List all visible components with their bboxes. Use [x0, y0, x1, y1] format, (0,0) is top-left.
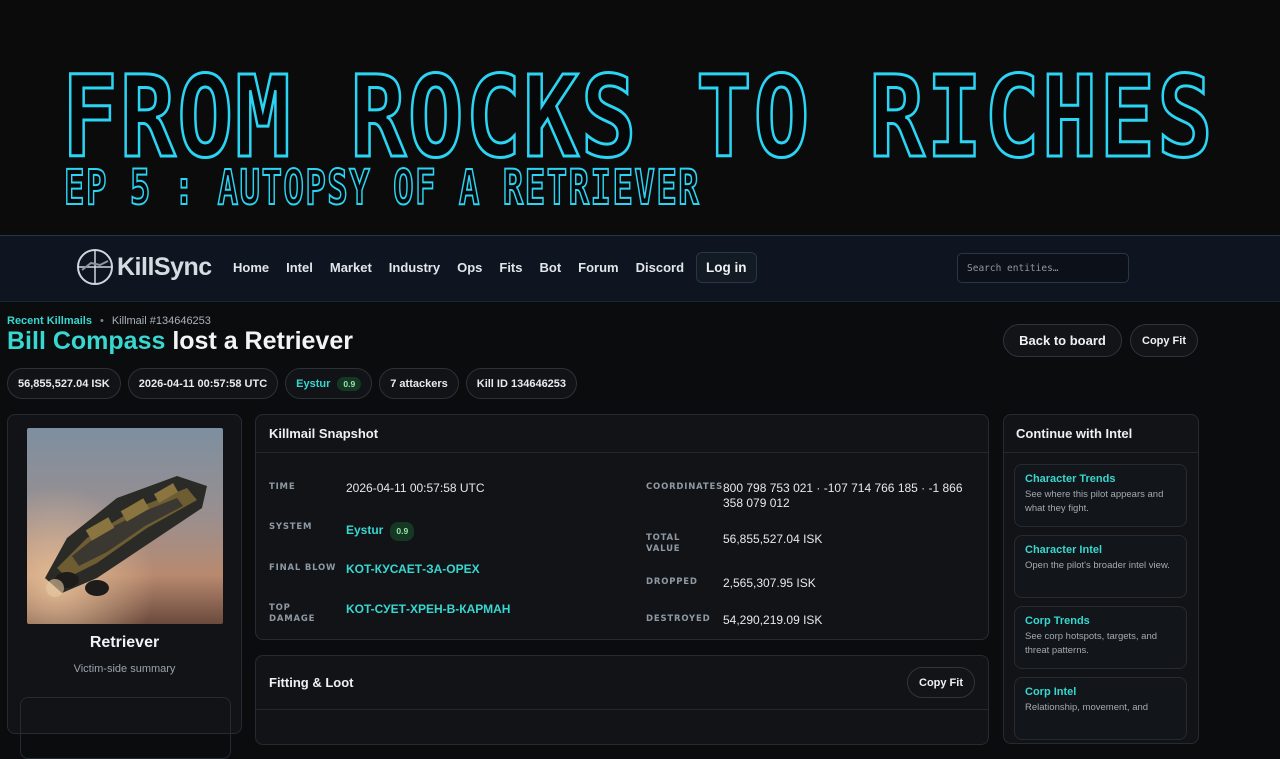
kill-id-pill: Kill ID 134646253	[465, 368, 578, 399]
attackers-pill: 7 attackers	[379, 368, 459, 399]
time-pill: 2026-04-11 00:57:58 UTC	[127, 368, 279, 399]
site-logo[interactable]: KillSync	[76, 247, 212, 287]
system-value[interactable]: Eystur 0.9	[346, 522, 415, 541]
logo-text: KillSync	[117, 252, 212, 281]
total-value-label-line-2: VALUE	[646, 544, 681, 554]
nav-market[interactable]: Market	[323, 253, 379, 282]
crosshair-logo-icon	[77, 249, 113, 285]
page-title: Bill Compass lost a Retriever	[7, 327, 353, 356]
ship-details-box	[20, 697, 231, 759]
banner-subtitle: EP 5 : AUTOPSY OF A RETRIEVER	[63, 160, 701, 216]
destroyed-value: 54,290,219.09 ISK	[723, 613, 823, 627]
security-badge: 0.9	[390, 522, 415, 541]
time-label: TIME	[269, 482, 296, 492]
breadcrumb-separator: •	[99, 315, 104, 327]
search-box[interactable]	[957, 253, 1129, 283]
killmail-snapshot-panel: Killmail Snapshot TIME 2026-04-11 00:57:…	[255, 414, 989, 640]
summary-pills: 56,855,527.04 ISK 2026-04-11 00:57:58 UT…	[7, 368, 584, 399]
fitting-loot-panel: Fitting & Loot Copy Fit	[255, 655, 989, 745]
card-title: Character Trends	[1025, 473, 1116, 485]
intel-card-character-trends[interactable]: Character Trends See where this pilot ap…	[1014, 464, 1187, 527]
nav-home[interactable]: Home	[226, 253, 276, 282]
top-damage-label-line-1: TOP	[269, 603, 291, 613]
card-description: Relationship, movement, and	[1025, 702, 1149, 713]
nav-discord[interactable]: Discord	[629, 253, 691, 282]
coordinates-value-line-1: 800 798 753 021 · -107 714 766 185 · -1 …	[723, 481, 963, 495]
system-name-link[interactable]: Eystur	[346, 523, 383, 537]
nav-ops[interactable]: Ops	[450, 253, 489, 282]
login-button[interactable]: Log in	[696, 252, 757, 283]
intel-card-corp-intel[interactable]: Corp Intel Relationship, movement, and	[1014, 677, 1187, 740]
back-to-board-button[interactable]: Back to board	[1003, 324, 1122, 357]
total-value-label-line-1: TOTAL	[646, 533, 681, 543]
panel-divider	[1004, 452, 1198, 453]
final-blow-label: FINAL BLOW	[269, 563, 337, 573]
dropped-value: 2,565,307.95 ISK	[723, 576, 816, 590]
page-title-text: lost a Retriever	[165, 327, 353, 355]
card-title: Corp Trends	[1025, 615, 1090, 627]
top-nav: KillSync Home Intel Market Industry Ops …	[0, 235, 1280, 302]
coordinates-value-line-2: 358 079 012	[723, 496, 790, 510]
total-value: 56,855,527.04 ISK	[723, 532, 823, 546]
intel-card-corp-trends[interactable]: Corp Trends See corp hotspots, targets, …	[1014, 606, 1187, 669]
time-value: 2026-04-11 00:57:58 UTC	[346, 481, 485, 495]
search-input[interactable]	[958, 262, 1128, 274]
card-description: See where this pilot appears and what th…	[1025, 489, 1164, 514]
isk-value-pill: 56,855,527.04 ISK	[7, 368, 121, 399]
snapshot-title: Killmail Snapshot	[269, 426, 379, 441]
nav-links: Home Intel Market Industry Ops Fits Bot …	[226, 252, 757, 283]
card-description: Open the pilot's broader intel view.	[1025, 560, 1170, 571]
breadcrumb-current: Killmail #134646253	[111, 315, 211, 327]
coordinates-label: COORDINATES	[646, 482, 724, 492]
ship-render-image	[27, 428, 223, 624]
system-label: SYSTEM	[269, 522, 313, 532]
fitting-copy-fit-button[interactable]: Copy Fit	[907, 667, 975, 698]
breadcrumb-recent-killmails[interactable]: Recent Killmails	[7, 315, 92, 327]
ship-name: Retriever	[89, 634, 160, 651]
destroyed-label: DESTROYED	[646, 614, 711, 624]
panel-divider	[256, 709, 988, 710]
card-title: Corp Intel	[1025, 686, 1077, 698]
nav-forum[interactable]: Forum	[571, 253, 625, 282]
nav-intel[interactable]: Intel	[279, 253, 320, 282]
system-pill[interactable]: Eystur 0.9	[285, 368, 373, 399]
security-badge: 0.9	[337, 376, 362, 391]
top-damage-label-line-2: DAMAGE	[269, 614, 316, 624]
breadcrumb: Recent Killmails • Killmail #134646253	[7, 315, 211, 327]
intel-card-character-intel[interactable]: Character Intel Open the pilot's broader…	[1014, 535, 1187, 598]
victim-name-link[interactable]: Bill Compass	[7, 327, 165, 355]
fitting-title: Fitting & Loot	[269, 675, 354, 690]
nav-fits[interactable]: Fits	[492, 253, 529, 282]
video-title-banner: FROM ROCKS TO RICHES EP 5 : AUTOPSY OF A…	[0, 0, 1280, 235]
nav-bot[interactable]: Bot	[533, 253, 569, 282]
ship-subtitle: Victim-side summary	[73, 663, 176, 675]
nav-industry[interactable]: Industry	[382, 253, 447, 282]
intel-title: Continue with Intel	[1016, 426, 1133, 441]
card-description: See corp hotspots, targets, and threat p…	[1025, 631, 1158, 656]
copy-fit-button[interactable]: Copy Fit	[1130, 324, 1198, 357]
banner-title: FROM ROCKS TO RICHES	[61, 53, 1215, 183]
top-damage-link[interactable]: KOT-СУЕТ-ХРЕН-В-КАРМАН	[346, 602, 510, 617]
system-name: Eystur	[296, 377, 331, 390]
panel-divider	[256, 452, 988, 453]
final-blow-link[interactable]: KOT-КУСАЕТ-ЗА-ОРЕХ	[346, 562, 480, 577]
dropped-label: DROPPED	[646, 577, 698, 587]
ship-panel: Retriever Victim-side summary	[7, 414, 242, 759]
continue-with-intel-panel: Continue with Intel Character Trends See…	[1003, 414, 1199, 744]
card-title: Character Intel	[1025, 544, 1103, 556]
